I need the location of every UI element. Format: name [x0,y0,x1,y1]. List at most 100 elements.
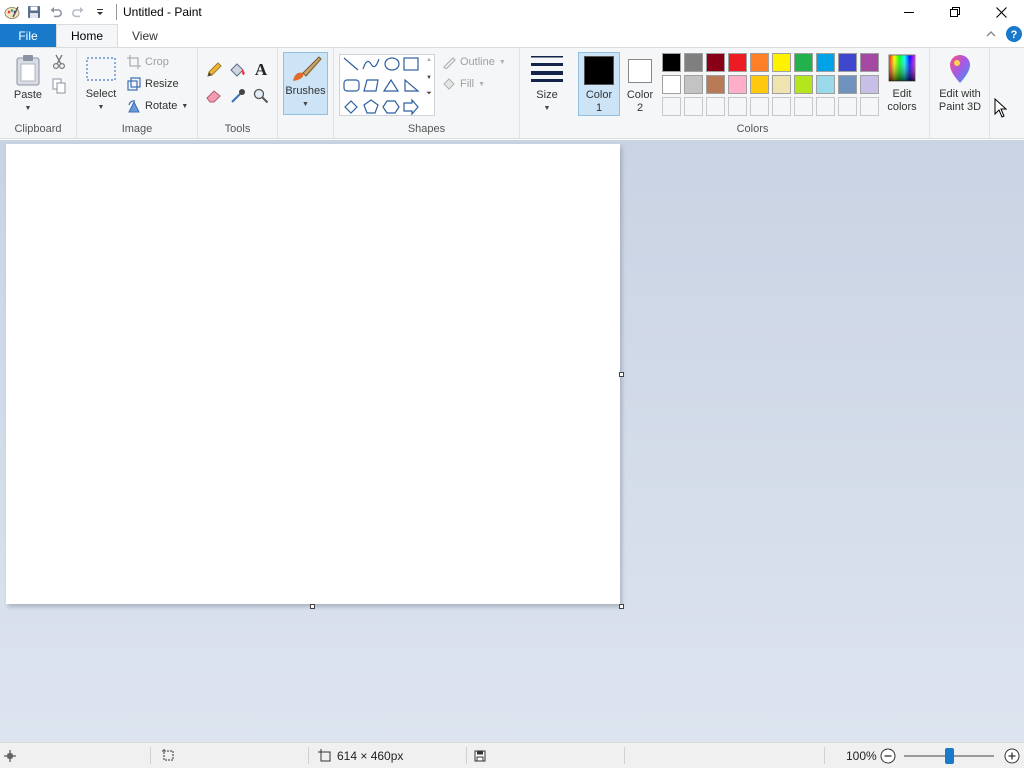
help-icon[interactable]: ? [1006,26,1022,42]
select-label: Select [85,88,117,100]
size-label: Size [536,89,558,101]
cut-icon[interactable] [52,54,66,70]
undo-icon[interactable] [46,2,66,22]
palette-swatch[interactable] [662,75,681,94]
zoom-slider-thumb[interactable] [945,748,954,764]
resize-handle-right[interactable] [619,372,624,377]
color2-swatch [628,59,652,83]
palette-swatch[interactable] [706,75,725,94]
customize-icon[interactable] [90,2,110,22]
palette-swatch[interactable] [728,53,747,72]
crop-button[interactable]: Crop [127,52,169,72]
palette-swatch[interactable] [816,75,835,94]
select-button[interactable]: Select ▼ [81,56,121,114]
drawing-canvas[interactable] [6,144,620,604]
custom-color-slot[interactable] [684,97,703,116]
palette-swatch[interactable] [750,53,769,72]
color2-number: 2 [636,102,644,114]
close-icon[interactable] [978,0,1024,24]
eraser-icon[interactable] [206,89,222,103]
tools-group-label: Tools [224,123,251,135]
palette-swatch[interactable] [838,75,857,94]
line-size-icon [530,54,564,82]
shapes-gallery [339,54,435,116]
palette-swatch[interactable] [772,53,791,72]
outline-button[interactable]: Outline ▼ [442,52,506,72]
custom-color-slot[interactable] [728,97,747,116]
custom-color-slot[interactable] [816,97,835,116]
resize-button[interactable]: Resize [127,74,179,94]
resize-handle-bottom[interactable] [310,604,315,609]
fill-bucket-icon[interactable] [229,62,247,78]
palette-swatch[interactable] [794,53,813,72]
brushes-group: Brushes ▼ [278,48,334,138]
select-dropdown-icon[interactable]: ▼ [98,101,105,114]
palette-swatch[interactable] [860,75,879,94]
crop-icon [127,55,141,69]
resize-handle-corner[interactable] [619,604,624,609]
zoom-in-button[interactable] [1004,743,1020,768]
minimize-icon[interactable] [886,0,932,24]
palette-swatch[interactable] [728,75,747,94]
palette-swatch[interactable] [816,53,835,72]
palette-swatch[interactable] [706,53,725,72]
custom-color-slot[interactable] [706,97,725,116]
custom-color-slot[interactable] [794,97,813,116]
copy-icon[interactable] [52,78,66,94]
tab-view[interactable]: View [118,24,172,47]
selection-size-icon [162,749,175,762]
redo-icon[interactable] [68,2,88,22]
shapes-scroll-down-icon[interactable]: ▼ [424,75,434,81]
paste-dropdown-icon[interactable]: ▼ [25,102,32,115]
fill-button[interactable]: Fill ▼ [442,74,485,94]
color2-button[interactable]: Color 2 [622,52,658,116]
custom-color-slot[interactable] [772,97,791,116]
canvas-workspace[interactable] [0,140,1024,742]
outline-dropdown-icon: ▼ [498,58,506,66]
zoom-slider[interactable] [904,748,994,764]
save-icon[interactable] [24,2,44,22]
window-controls [886,0,1024,24]
size-dropdown-icon: ▼ [543,105,551,112]
rotate-button[interactable]: Rotate ▼ [127,96,188,116]
resize-icon [127,77,141,91]
paint3d-icon [946,54,974,84]
brushes-button[interactable]: Brushes ▼ [283,52,328,115]
palette-swatch[interactable] [772,75,791,94]
clipboard-group: Paste ▼ Clipboard [0,48,77,138]
shapes-more-icon[interactable]: ⏷ [424,90,434,98]
zoom-out-button[interactable] [880,743,896,768]
custom-color-slot[interactable] [662,97,681,116]
palette-swatch[interactable] [662,53,681,72]
restore-icon[interactable] [932,0,978,24]
paste-button[interactable]: Paste ▼ [8,54,48,115]
tab-file[interactable]: File [0,24,56,47]
palette-swatch[interactable] [860,53,879,72]
tab-home[interactable]: Home [56,24,119,47]
size-button[interactable]: Size ▼ [526,54,568,115]
custom-color-slot[interactable] [838,97,857,116]
collapse-ribbon-icon[interactable] [986,30,996,38]
palette-swatch[interactable] [794,75,813,94]
paint-icon[interactable] [2,2,22,22]
palette-swatch[interactable] [750,75,769,94]
palette-swatch[interactable] [838,53,857,72]
custom-color-slot[interactable] [860,97,879,116]
color1-button[interactable]: Color 1 [578,52,620,116]
palette-swatch[interactable] [684,53,703,72]
magnifier-icon[interactable] [253,88,269,104]
pencil-icon[interactable] [206,62,222,78]
color-palette [662,53,884,119]
palette-swatch[interactable] [684,75,703,94]
color1-swatch [584,56,614,85]
shapes-gallery-scroll[interactable]: ▲ ▼ ⏷ [424,54,434,116]
color-picker-icon[interactable] [230,88,246,104]
zoom-level-text: 100% [846,748,877,763]
shapes-scroll-up-icon[interactable]: ▲ [424,57,434,63]
cursor-position [4,743,16,768]
custom-color-slot[interactable] [750,97,769,116]
svg-text:A: A [255,60,268,78]
text-icon[interactable]: A [253,60,269,78]
edit-with-paint3d-button[interactable]: Edit with Paint 3D [935,54,985,114]
edit-colors-button[interactable]: Edit colors [882,54,922,114]
